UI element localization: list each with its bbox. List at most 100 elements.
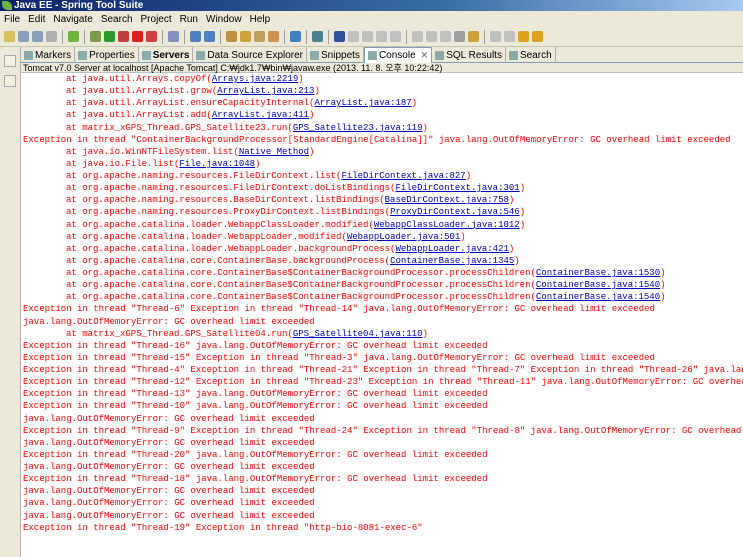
tab-properties[interactable]: Properties	[75, 47, 139, 63]
console-process-label: Tomcat v7.0 Server at localhost [Apache …	[21, 63, 743, 73]
toolbar-button-icon[interactable]	[146, 31, 157, 42]
exception-line: Exception in thread "Thread-18" java.lan…	[23, 473, 743, 485]
toolbar-button-icon[interactable]	[518, 31, 529, 42]
menu-search[interactable]: Search	[101, 14, 133, 25]
toolbar-button-icon[interactable]	[132, 31, 143, 42]
menu-run[interactable]: Run	[180, 14, 198, 25]
toolbar-button-icon[interactable]	[32, 31, 43, 42]
stack-trace-line: at java.util.ArrayList.ensureCapacityInt…	[23, 97, 743, 109]
source-link[interactable]: FileDirContext.java:301	[395, 183, 519, 193]
console-text: )	[465, 171, 472, 181]
tab-console[interactable]: Console ✕	[363, 47, 433, 63]
source-link[interactable]: WebappLoader.java:421	[395, 244, 508, 254]
source-link[interactable]: ContainerBase.java:1345	[390, 256, 514, 266]
console-text: Exception in thread "Thread-4" Exception…	[23, 365, 743, 375]
menu-window[interactable]: Window	[206, 14, 242, 25]
tab-snippets[interactable]: Snippets	[307, 47, 364, 63]
source-link[interactable]: WebappClassLoader.java:1012	[374, 220, 520, 230]
search-icon	[508, 50, 518, 60]
source-link[interactable]: Arrays.java:2219	[212, 74, 298, 84]
console-text: at org.apache.naming.resources.FileDirCo…	[66, 183, 396, 194]
toolbar-button-icon[interactable]	[46, 31, 57, 42]
source-link[interactable]: WebappLoader.java:501	[347, 232, 460, 242]
source-link[interactable]: ContainerBase.java:1530	[536, 268, 660, 278]
toolbar-button-icon[interactable]	[312, 31, 323, 42]
toolbar-button-icon[interactable]	[4, 31, 15, 42]
toolbar-button-icon[interactable]	[68, 31, 79, 42]
toolbar-button-icon[interactable]	[290, 31, 301, 42]
toolbar-separator	[284, 29, 285, 44]
toolbar-button-icon[interactable]	[190, 31, 201, 42]
tab-search[interactable]: Search	[506, 47, 556, 63]
source-link[interactable]: GPS_Satellite04.java:110	[293, 329, 423, 339]
toolbar-button-icon[interactable]	[254, 31, 265, 42]
console-text: at org.apache.catalina.loader.WebappClas…	[66, 219, 374, 230]
toolbar-button-icon[interactable]	[412, 31, 423, 42]
package-explorer-icon[interactable]	[4, 75, 16, 87]
source-link[interactable]: ArrayList.java:213	[217, 86, 314, 96]
source-link[interactable]: File.java:1048	[179, 159, 255, 169]
toolbar-button-icon[interactable]	[348, 31, 359, 42]
menu-project[interactable]: Project	[141, 14, 172, 25]
toolbar-button-icon[interactable]	[504, 31, 515, 42]
tab-servers[interactable]: Servers	[139, 47, 194, 63]
toolbar-button-icon[interactable]	[468, 31, 479, 42]
tab-data-source-explorer[interactable]: Data Source Explorer	[193, 47, 308, 63]
toolbar-separator	[406, 29, 407, 44]
toolbar-button-icon[interactable]	[226, 31, 237, 42]
toolbar-button-icon[interactable]	[532, 31, 543, 42]
toolbar-button-icon[interactable]	[390, 31, 401, 42]
console-text: java.lang.OutOfMemoryError: GC overhead …	[23, 437, 315, 448]
console-text: )	[422, 328, 428, 339]
toolbar-button-icon[interactable]	[104, 31, 115, 42]
toolbar-button-icon[interactable]	[490, 31, 501, 42]
toolbar-button-icon[interactable]	[204, 31, 215, 42]
console-text: )	[422, 122, 428, 133]
toolbar-button-icon[interactable]	[268, 31, 279, 42]
source-link[interactable]: GPS_Satellite23.java:119	[293, 123, 423, 133]
toolbar-button-icon[interactable]	[454, 31, 465, 42]
toolbar-button-icon[interactable]	[168, 31, 179, 42]
console-text: at org.apache.catalina.loader.WebappLoad…	[66, 243, 396, 254]
console-text: )	[309, 110, 315, 121]
source-link[interactable]: ProxyDirContext.java:546	[390, 207, 520, 217]
stack-trace-line: at matrix_xGPS_Thread.GPS_Satellite04.ru…	[23, 328, 743, 340]
source-link[interactable]: Native Method	[239, 147, 309, 157]
toolbar-button-icon[interactable]	[18, 31, 29, 42]
tab-markers[interactable]: Markers	[21, 47, 76, 63]
toolbar-button-icon[interactable]	[90, 31, 101, 42]
source-link[interactable]: ContainerBase.java:1540	[536, 280, 660, 290]
console-text: Exception in thread "Thread-16" java.lan…	[23, 340, 488, 351]
menu-navigate[interactable]: Navigate	[53, 14, 92, 25]
toolbar-button-icon[interactable]	[440, 31, 451, 42]
menu-file[interactable]: File	[4, 14, 20, 25]
toolbar-button-icon[interactable]	[118, 31, 129, 42]
console-output[interactable]: at java.util.Arrays.copyOf(Arrays.java:2…	[21, 73, 743, 557]
toolbar-button-icon[interactable]	[362, 31, 373, 42]
restore-icon[interactable]	[4, 55, 16, 67]
tab-sql-results[interactable]: SQL Results	[432, 47, 506, 63]
source-link[interactable]: FileDirContext.java:827	[341, 171, 465, 181]
console-text: )	[519, 207, 526, 218]
toolbar-separator	[484, 29, 485, 44]
toolbar-button-icon[interactable]	[376, 31, 387, 42]
source-link[interactable]: ArrayList.java:411	[212, 110, 309, 120]
toolbar-button-icon[interactable]	[426, 31, 437, 42]
source-link[interactable]: ContainerBase.java:1540	[536, 292, 660, 302]
close-icon[interactable]: ✕	[421, 50, 429, 61]
toolbar-button-icon[interactable]	[240, 31, 251, 42]
console-text: Exception in thread "Thread-6" Exception…	[23, 304, 655, 315]
exception-line: Exception in thread "Thread-13" java.lan…	[23, 388, 743, 400]
exception-line: Exception in thread "Thread-12" Exceptio…	[23, 376, 743, 388]
console-text: Exception in thread "Thread-10" java.lan…	[23, 401, 488, 412]
menu-help[interactable]: Help	[250, 14, 271, 25]
source-link[interactable]: BaseDirContext.java:758	[385, 195, 509, 205]
source-link[interactable]: ArrayList.java:187	[314, 98, 411, 108]
exception-line: Exception in thread "Thread-19" Exceptio…	[23, 522, 743, 534]
menu-edit[interactable]: Edit	[28, 14, 45, 25]
stack-trace-line: at org.apache.catalina.core.ContainerBas…	[23, 291, 743, 303]
toolbar-button-icon[interactable]	[334, 31, 345, 42]
stack-trace-line: at java.util.ArrayList.grow(ArrayList.ja…	[23, 85, 743, 97]
console-text: java.lang.OutOfMemoryError: GC overhead …	[23, 498, 315, 509]
console-text: )	[314, 86, 320, 97]
